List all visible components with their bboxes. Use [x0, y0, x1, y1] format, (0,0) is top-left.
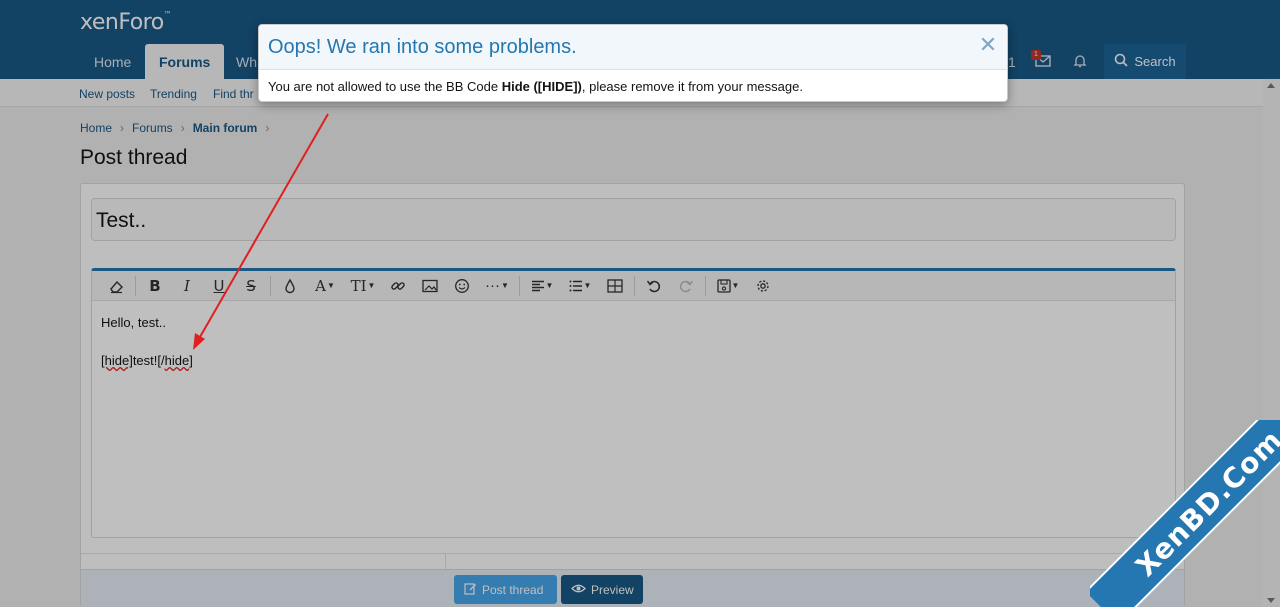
error-message-text: You are not allowed to use the BB Code	[268, 79, 502, 94]
watermark-banner: XenBD.Com	[1090, 420, 1280, 607]
error-message-bbcode: Hide ([HIDE])	[501, 79, 582, 94]
error-dialog-title: Oops! We ran into some problems.	[268, 36, 577, 58]
close-icon[interactable]: ✕	[977, 34, 999, 56]
error-message-text: , please remove it from your message.	[581, 79, 803, 94]
watermark-corner: XenBD.Com	[1090, 420, 1280, 607]
error-dialog-header: Oops! We ran into some problems. ✕	[259, 25, 1007, 70]
error-dialog: Oops! We ran into some problems. ✕ You a…	[258, 24, 1008, 102]
error-dialog-message: You are not allowed to use the BB Code H…	[259, 70, 1007, 101]
